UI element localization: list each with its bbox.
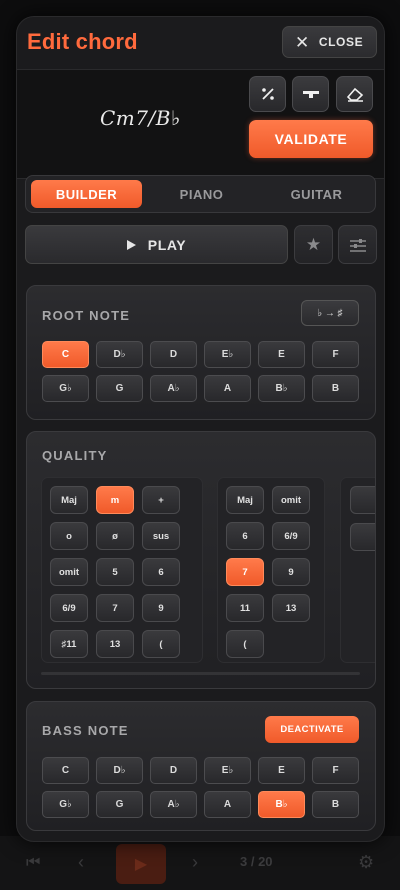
star-icon: ★ — [305, 234, 322, 254]
quality-button[interactable]: ( — [226, 630, 264, 658]
note-button[interactable]: B♭ — [258, 791, 305, 818]
note-button[interactable]: D♭ — [96, 757, 143, 784]
validate-button[interactable]: VALIDATE — [249, 120, 373, 158]
note-button[interactable]: G♭ — [42, 791, 89, 818]
note-button[interactable]: F — [312, 757, 359, 784]
chord-name: Cm7/B♭ — [100, 106, 181, 130]
quality-button[interactable]: ( — [142, 630, 180, 658]
tab-guitar[interactable]: GUITAR — [261, 180, 372, 208]
quality-title: QUALITY — [42, 448, 108, 463]
quality-panel: QUALITY Maj m + o ø sus omit 5 6 6/9 7 9 ♯11 13( Maj o… — [26, 431, 376, 689]
quality-button[interactable]: m — [96, 486, 134, 514]
note-button[interactable]: B — [312, 791, 359, 818]
toolbar-play-button[interactable]: ▶ — [116, 844, 166, 884]
quality-button[interactable]: + — [142, 486, 180, 514]
quality-button[interactable]: 6/9 — [272, 522, 310, 550]
note-button[interactable]: E — [258, 341, 305, 368]
note-button[interactable]: G♭ — [42, 375, 89, 402]
quality-button[interactable]: ø — [96, 522, 134, 550]
close-label: CLOSE — [318, 35, 364, 49]
quality-button[interactable]: ♯11 — [50, 630, 88, 658]
modal-header: Edit chord ✕ CLOSE — [17, 17, 384, 69]
quality-button[interactable]: 13 — [96, 630, 134, 658]
note-button[interactable]: C — [42, 341, 89, 368]
quality-button[interactable]: 11 — [226, 594, 264, 622]
tab-builder[interactable]: BUILDER — [31, 180, 142, 208]
quality-button[interactable] — [350, 486, 375, 514]
editor-tabs: BUILDER PIANO GUITAR — [25, 175, 376, 213]
favorite-button[interactable]: ★ — [294, 225, 333, 264]
note-button[interactable]: C — [42, 757, 89, 784]
note-button[interactable]: F — [312, 341, 359, 368]
close-button[interactable]: ✕ CLOSE — [282, 26, 377, 58]
quality-button[interactable]: 6 — [142, 558, 180, 586]
previous-icon[interactable]: ‹ — [78, 852, 84, 873]
quality-button[interactable]: omit — [50, 558, 88, 586]
quality-button[interactable]: 6/9 — [50, 594, 88, 622]
sliders-icon — [349, 238, 366, 252]
player-toolbar: ⏮ ‹ ▶ › 3 / 20 ⚙ — [0, 836, 400, 890]
edit-chord-modal: Edit chord ✕ CLOSE Cm7/B♭ VALIDATE BUILD… — [16, 16, 385, 842]
percent-button[interactable] — [249, 76, 286, 112]
quality-button[interactable]: 6 — [226, 522, 264, 550]
deactivate-button[interactable]: DEACTIVATE — [265, 716, 359, 743]
quality-button[interactable]: 9 — [272, 558, 310, 586]
quality-button[interactable]: omit — [272, 486, 310, 514]
flat-sharp-toggle[interactable]: ♭ → ♯ — [301, 300, 359, 326]
note-button[interactable]: E♭ — [204, 757, 251, 784]
gear-icon[interactable]: ⚙ — [358, 852, 374, 873]
quality-button[interactable]: 13 — [272, 594, 310, 622]
skip-start-icon[interactable]: ⏮ — [26, 854, 40, 872]
root-note-title: ROOT NOTE — [42, 308, 131, 323]
quality-column-2: Maj omit 6 6/9 7 9 11 13 ( — [217, 477, 325, 663]
play-button[interactable]: PLAY — [25, 225, 288, 264]
note-button[interactable]: B — [312, 375, 359, 402]
quality-column-1: Maj m + o ø sus omit 5 6 6/9 7 9 ♯11 13 ( — [41, 477, 203, 663]
quality-scrollbar[interactable] — [41, 672, 360, 675]
app-screen: ⏮ ‹ ▶ › 3 / 20 ⚙ Edit chord ✕ CLOSE Cm7/… — [0, 0, 400, 890]
quality-button[interactable]: 5 — [96, 558, 134, 586]
quality-column-3 — [340, 477, 375, 663]
settings-button[interactable] — [338, 225, 377, 264]
note-button[interactable]: A — [204, 791, 251, 818]
quality-button[interactable]: Maj — [50, 486, 88, 514]
bass-note-title: BASS NOTE — [42, 723, 129, 738]
quality-button[interactable]: 7 — [96, 594, 134, 622]
bass-note-panel: BASS NOTE DEACTIVATE C D♭ D E♭ E F G♭ G A♭ A B♭ B — [26, 701, 376, 831]
quality-button[interactable]: 7 — [226, 558, 264, 586]
note-button[interactable]: D♭ — [96, 341, 143, 368]
quality-button[interactable]: Maj — [226, 486, 264, 514]
quality-button[interactable]: o — [50, 522, 88, 550]
close-icon: ✕ — [295, 32, 310, 52]
quality-button[interactable] — [350, 523, 375, 551]
note-button[interactable]: B♭ — [258, 375, 305, 402]
note-button[interactable]: G — [96, 791, 143, 818]
root-note-panel: ROOT NOTE ♭ → ♯ C D♭ D E♭ E F G♭ G A♭ A B♭ B — [26, 285, 376, 420]
note-button[interactable]: D — [150, 341, 197, 368]
note-button[interactable]: A♭ — [150, 791, 197, 818]
eraser-icon — [346, 87, 363, 102]
quality-button[interactable]: 9 — [142, 594, 180, 622]
percent-icon — [261, 88, 274, 100]
play-label: PLAY — [147, 236, 187, 253]
next-icon[interactable]: › — [192, 852, 198, 873]
eraser-button[interactable] — [336, 76, 373, 112]
note-button[interactable]: E♭ — [204, 341, 251, 368]
play-icon: ▶ — [134, 856, 148, 873]
modal-title: Edit chord — [27, 29, 138, 54]
chord-counter: 3 / 20 — [240, 854, 273, 869]
note-button[interactable]: A♭ — [150, 375, 197, 402]
note-button[interactable]: E — [258, 757, 305, 784]
note-button[interactable]: D — [150, 757, 197, 784]
note-button[interactable]: G — [96, 375, 143, 402]
quality-button[interactable]: sus — [142, 522, 180, 550]
note-button[interactable]: A — [204, 375, 251, 402]
tie-button[interactable] — [292, 76, 329, 112]
tab-piano[interactable]: PIANO — [146, 180, 257, 208]
minus-icon — [302, 91, 319, 98]
play-icon — [126, 239, 136, 250]
